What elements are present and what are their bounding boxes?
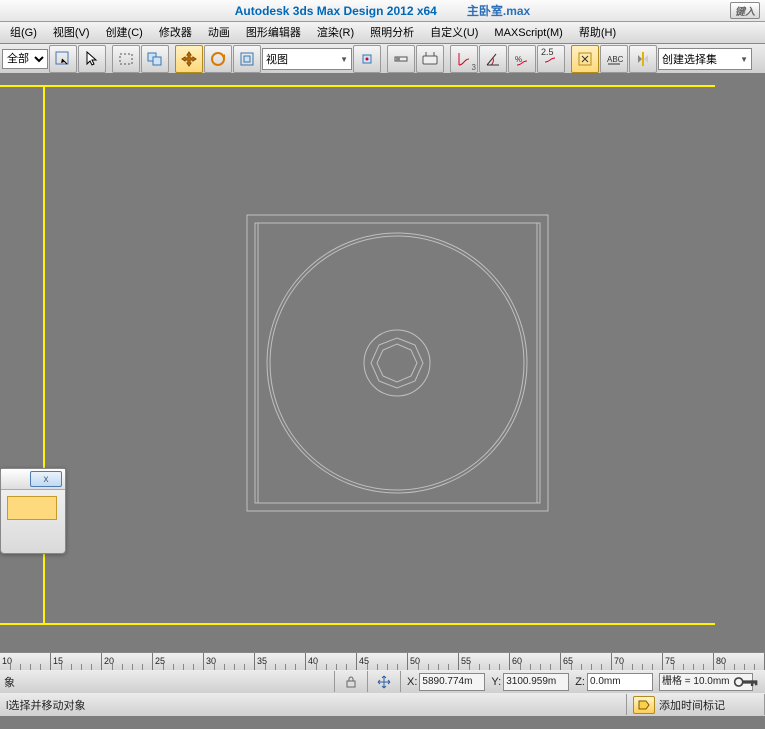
titlebar: Autodesk 3ds Max Design 2012 x64 主卧室.max… bbox=[0, 0, 765, 22]
menu-modifiers[interactable]: 修改器 bbox=[151, 23, 200, 43]
window-toggle-btn[interactable] bbox=[141, 45, 169, 73]
menu-help[interactable]: 帮助(H) bbox=[571, 23, 624, 43]
menu-group[interactable]: 组(G) bbox=[2, 23, 45, 43]
y-label: Y: bbox=[485, 676, 503, 688]
abc-icon: ABC bbox=[605, 50, 623, 68]
select-window-crossing-btn[interactable] bbox=[49, 45, 77, 73]
scale-icon bbox=[238, 50, 256, 68]
add-time-tag-btn[interactable] bbox=[633, 696, 655, 714]
lock-icon[interactable] bbox=[344, 675, 358, 689]
ruler-tick: 45 bbox=[357, 653, 408, 671]
viewport[interactable]: x bbox=[0, 73, 765, 652]
selection-filter-select[interactable]: 全部 bbox=[2, 49, 48, 69]
ruler-tick: 40 bbox=[306, 653, 357, 671]
menu-animation[interactable]: 动画 bbox=[200, 23, 238, 43]
status-bar-coords: 象 X: 5890.774m Y: 3100.959m Z: 0.0mm 栅格 … bbox=[0, 670, 765, 694]
z-coord-field[interactable]: 0.0mm bbox=[587, 673, 653, 691]
angle-snap-btn[interactable] bbox=[479, 45, 507, 73]
ruler-tick: 35 bbox=[255, 653, 306, 671]
rotate-icon bbox=[209, 50, 227, 68]
percent-snap-btn[interactable]: % bbox=[508, 45, 536, 73]
ruler-tick: 70 bbox=[612, 653, 663, 671]
menubar: 组(G) 视图(V) 创建(C) 修改器 动画 图形编辑器 渲染(R) 照明分析… bbox=[0, 22, 765, 44]
rect-dashed-icon bbox=[117, 50, 135, 68]
ruler-tick: 20 bbox=[102, 653, 153, 671]
app-title: Autodesk 3ds Max Design 2012 x64 bbox=[235, 4, 437, 18]
menu-maxscript[interactable]: MAXScript(M) bbox=[486, 23, 570, 43]
ruler-tick: 55 bbox=[459, 653, 510, 671]
viewport-border-bottom bbox=[0, 623, 715, 625]
palette-titlebar[interactable]: x bbox=[1, 469, 65, 490]
select-and-scale-btn[interactable] bbox=[233, 45, 261, 73]
ref-coord-system-combo[interactable]: 视图 bbox=[262, 48, 352, 70]
ruler-tick: 60 bbox=[510, 653, 561, 671]
named-sel-icon bbox=[576, 50, 594, 68]
ruler-tick: 75 bbox=[663, 653, 714, 671]
status-bar-prompt: l选择并移动对象 添加时间标记 bbox=[0, 693, 765, 716]
ruler-tick: 30 bbox=[204, 653, 255, 671]
mirror-icon bbox=[634, 50, 652, 68]
window-crossing-icon bbox=[54, 50, 72, 68]
use-pivot-center-btn[interactable] bbox=[353, 45, 381, 73]
tag-icon bbox=[638, 700, 650, 710]
cursor-icon bbox=[83, 50, 101, 68]
menu-lighting[interactable]: 照明分析 bbox=[362, 23, 422, 43]
move-icon bbox=[180, 50, 198, 68]
mirror-btn[interactable] bbox=[629, 45, 657, 73]
keyboard-shortcut-override-btn[interactable] bbox=[416, 45, 444, 73]
x-label: X: bbox=[401, 676, 419, 688]
ruler-tick: 10 bbox=[0, 653, 51, 671]
menu-render[interactable]: 渲染(R) bbox=[309, 23, 362, 43]
z-label: Z: bbox=[569, 676, 587, 688]
type-keyword-btn[interactable]: 键入 bbox=[730, 2, 760, 19]
select-and-rotate-btn[interactable] bbox=[204, 45, 232, 73]
prompt-text: l选择并移动对象 bbox=[6, 697, 85, 713]
ruler-tick: 80 bbox=[714, 653, 765, 671]
status-left-label: 象 bbox=[4, 674, 15, 690]
named-selection-combo[interactable]: 创建选择集 bbox=[658, 48, 752, 70]
palette-swatch[interactable] bbox=[7, 496, 57, 520]
svg-text:ABC: ABC bbox=[607, 55, 623, 64]
time-tag-label[interactable]: 添加时间标记 bbox=[659, 697, 725, 713]
named-sel-dropdown-btn[interactable]: ABC bbox=[600, 45, 628, 73]
floating-palette[interactable]: x bbox=[0, 468, 66, 554]
percent-snap-icon: % bbox=[513, 50, 531, 68]
wireframe-object[interactable] bbox=[245, 213, 550, 513]
menu-customize[interactable]: 自定义(U) bbox=[422, 23, 486, 43]
manipulate-icon bbox=[392, 50, 410, 68]
x-coord-field[interactable]: 5890.774m bbox=[419, 673, 485, 691]
snap3-icon bbox=[455, 50, 473, 68]
select-and-manipulate-btn[interactable] bbox=[387, 45, 415, 73]
spinner-snap-icon bbox=[542, 52, 560, 70]
snap-toggle-btn[interactable]: 3 bbox=[450, 45, 478, 73]
angle-snap-icon bbox=[484, 50, 502, 68]
ruler-tick: 15 bbox=[51, 653, 102, 671]
select-and-move-btn[interactable] bbox=[175, 45, 203, 73]
ruler-tick: 50 bbox=[408, 653, 459, 671]
palette-close-btn[interactable]: x bbox=[30, 471, 62, 487]
ruler-tick: 25 bbox=[153, 653, 204, 671]
svg-text:%: % bbox=[515, 55, 522, 64]
y-coord-field[interactable]: 3100.959m bbox=[503, 673, 569, 691]
menu-view[interactable]: 视图(V) bbox=[45, 23, 98, 43]
menu-grapheditor[interactable]: 图形编辑器 bbox=[238, 23, 309, 43]
transform-type-in-icon[interactable] bbox=[376, 674, 392, 690]
named-selection-label: 创建选择集 bbox=[662, 51, 717, 67]
viewport-border-top bbox=[0, 85, 715, 87]
spinner-snap-btn[interactable]: 2.5 bbox=[537, 45, 565, 73]
key-icon[interactable] bbox=[733, 674, 759, 690]
pivot-icon bbox=[358, 50, 376, 68]
rect-region-btn[interactable] bbox=[112, 45, 140, 73]
time-ruler[interactable]: 101520253035404550556065707580 bbox=[0, 652, 765, 672]
window-icon bbox=[146, 50, 164, 68]
menu-create[interactable]: 创建(C) bbox=[98, 23, 151, 43]
key-override-icon bbox=[421, 50, 439, 68]
file-name: 主卧室.max bbox=[467, 2, 530, 19]
ruler-tick: 65 bbox=[561, 653, 612, 671]
named-sel-edit-btn[interactable] bbox=[571, 45, 599, 73]
select-object-btn[interactable] bbox=[78, 45, 106, 73]
main-toolbar: 全部 视图 3 % bbox=[0, 44, 765, 75]
ref-coord-label: 视图 bbox=[266, 51, 288, 67]
